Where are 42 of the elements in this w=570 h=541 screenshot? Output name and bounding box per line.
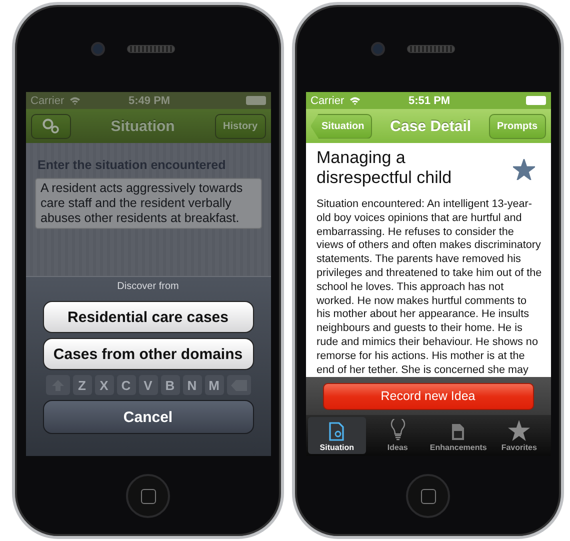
battery-icon [246, 96, 266, 105]
action-sheet-button[interactable]: Residential care cases [42, 301, 254, 333]
status-time: 5:49 PM [128, 94, 172, 106]
home-button[interactable] [406, 474, 450, 518]
settings-button[interactable] [30, 114, 70, 138]
calculator-icon [451, 423, 466, 442]
light-bulb-icon [390, 419, 406, 442]
tab[interactable]: Favorites [490, 417, 548, 454]
speaker-grille [127, 44, 175, 52]
wifi-icon [69, 96, 82, 105]
carrier-label: Carrier [310, 94, 344, 106]
battery-icon [526, 96, 546, 105]
front-camera [371, 42, 385, 56]
carrier-label: Carrier [30, 94, 64, 106]
action-sheet-title: Discover from [117, 281, 179, 292]
keyboard-key: B [160, 375, 180, 395]
situation-text-area[interactable]: A resident acts aggressively towards care staff and the resident verbally abuses other residents at breakfast. [34, 178, 262, 229]
keyboard-key: N [182, 375, 202, 395]
home-button[interactable] [126, 474, 170, 518]
tab[interactable]: Enhancements [429, 417, 488, 454]
keyboard-key: M [204, 375, 224, 395]
cancel-button[interactable]: Cancel [42, 400, 254, 434]
tab[interactable]: Ideas [368, 417, 427, 454]
case-description: Situation encountered: An intelligent 13-year-old boy voices opinions that are hurtful and embarrassing. He refuses to consider the views of others and often makes discriminatory statements. The parents have removed his privileges and threatened to take him out of the school he loves. This approach has not worked. He now makes hurtful comments to his mother about her appearance. He insults neighbours and guests to their home. He is rude and mimics their behaviour. He shows no remorse for his actions. His mother is at the end of her tether. She is concerned she may [316, 198, 542, 378]
front-camera [91, 42, 105, 56]
keyboard-key: Z [72, 375, 92, 395]
record-idea-button[interactable]: Record new Idea [322, 382, 534, 410]
keyboard-key: V [138, 375, 158, 395]
keyboard-key: C [116, 375, 136, 395]
status-time: 5:51 PM [408, 94, 452, 106]
screen-title: Case Detail [390, 118, 472, 134]
case-title: Managing a disrespectful child [316, 148, 453, 188]
speaker-grille [407, 44, 455, 52]
keyboard-key: X [94, 375, 114, 395]
screen-title: Situation [110, 118, 175, 134]
document-icon [328, 422, 345, 442]
settings-icon [42, 118, 60, 134]
star-icon [508, 420, 530, 442]
action-sheet-button[interactable]: Cases from other domains [42, 338, 254, 370]
tab[interactable]: Situation [308, 417, 366, 454]
star-icon[interactable] [512, 159, 534, 180]
wifi-icon [349, 96, 362, 105]
